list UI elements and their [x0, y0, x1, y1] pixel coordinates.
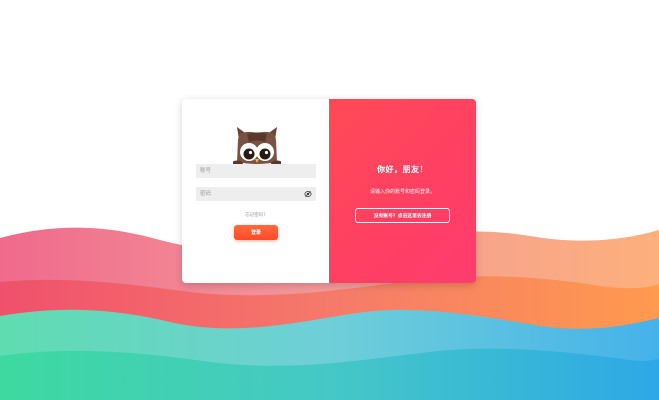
forgot-password-link[interactable]: 忘记密码? [182, 212, 329, 218]
welcome-greeting: 你好，朋友！ [377, 165, 428, 174]
password-input[interactable] [200, 187, 304, 201]
owl-mascot-icon [233, 127, 281, 168]
account-input[interactable] [200, 164, 312, 178]
login-panel: 忘记密码? 登录 [182, 99, 329, 283]
welcome-subtext: 请输入你的账号和密码登录。 [369, 189, 435, 195]
welcome-panel: 你好，朋友！ 请输入你的账号和密码登录。 没有账号？点击这里去注册 [329, 99, 476, 283]
register-button[interactable]: 没有账号？点击这里去注册 [355, 208, 450, 223]
account-field[interactable] [196, 164, 316, 178]
login-page: 忘记密码? 登录 你好，朋友！ 请输入你的账号和密码登录。 没有账号？点击这里去… [0, 0, 659, 400]
password-field[interactable] [196, 187, 316, 201]
eye-off-icon[interactable] [304, 190, 312, 198]
login-button[interactable]: 登录 [234, 225, 278, 240]
login-card: 忘记密码? 登录 你好，朋友！ 请输入你的账号和密码登录。 没有账号？点击这里去… [182, 99, 476, 283]
